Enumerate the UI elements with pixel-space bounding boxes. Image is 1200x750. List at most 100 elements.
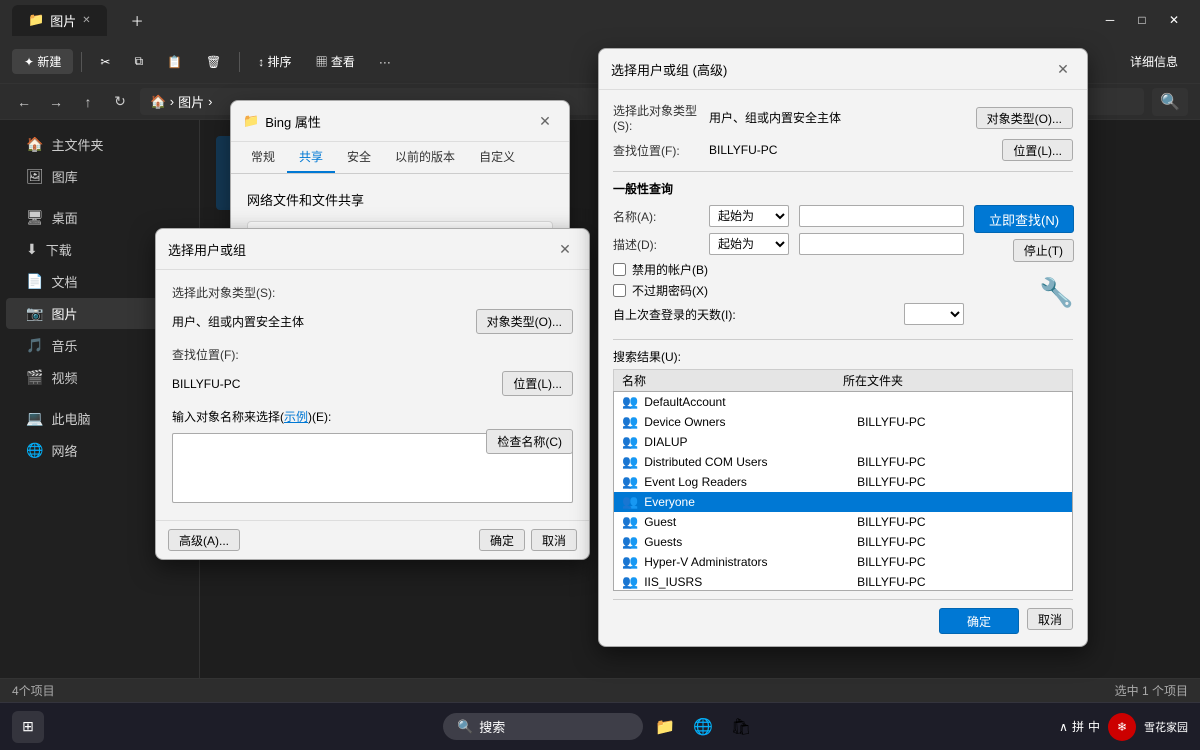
results-list[interactable]: 👥DefaultAccount👥Device OwnersBILLYFU-PC👥…: [613, 391, 1073, 591]
adv-location-label: 查找位置(F):: [613, 142, 703, 159]
advanced-dialog: 选择用户或组 (高级) ✕ 选择此对象类型(S): 用户、组或内置安全主体 对象…: [598, 48, 1088, 647]
find-now-btn[interactable]: 立即查找(N): [974, 205, 1074, 233]
bing-props-title: 📁 Bing 属性: [243, 112, 321, 131]
tab-security[interactable]: 安全: [335, 142, 383, 173]
tab-previous[interactable]: 以前的版本: [383, 142, 467, 173]
adv-object-type-row: 选择此对象类型(S): 用户、组或内置安全主体 对象类型(O)...: [613, 102, 1073, 133]
tab-label: 图片: [50, 11, 76, 30]
col-name-header[interactable]: 名称: [622, 372, 843, 389]
user-icon: 👥: [622, 414, 638, 430]
result-row[interactable]: 👥IIS_IUSRSBILLYFU-PC: [614, 572, 1072, 591]
time-label[interactable]: 中: [1088, 718, 1100, 735]
minimize-btn[interactable]: ─: [1096, 6, 1124, 34]
tab-close-btn[interactable]: ✕: [82, 15, 90, 26]
select-user-small-titlebar: 选择用户或组 ✕: [156, 229, 589, 270]
select-user-ok-btn[interactable]: 确定: [479, 529, 525, 551]
start-button[interactable]: ⊞: [12, 711, 44, 743]
result-row[interactable]: 👥DIALUP: [614, 432, 1072, 452]
result-row[interactable]: 👥Hyper-V AdministratorsBILLYFU-PC: [614, 552, 1072, 572]
address-search-btn[interactable]: 🔍: [1152, 88, 1188, 116]
disabled-label: 禁用的帐户(B): [632, 261, 708, 278]
days-select[interactable]: [904, 303, 964, 325]
select-user-small-close-btn[interactable]: ✕: [553, 237, 577, 261]
taskbar-search[interactable]: 🔍 搜索: [443, 713, 643, 740]
result-location: BILLYFU-PC: [857, 555, 1064, 569]
location-value: BILLYFU-PC: [172, 377, 496, 391]
explorer-tab[interactable]: 📁 图片 ✕: [12, 5, 107, 36]
forward-btn[interactable]: →: [44, 90, 68, 114]
user-icon: 👥: [622, 454, 638, 470]
user-icon: 👥: [622, 434, 638, 450]
adv-object-type-btn[interactable]: 对象类型(O)...: [976, 107, 1073, 129]
select-user-cancel-btn[interactable]: 取消: [531, 529, 577, 551]
result-row[interactable]: 👥Event Log ReadersBILLYFU-PC: [614, 472, 1072, 492]
taskbar-explorer[interactable]: 📁: [649, 711, 681, 743]
col-location-header[interactable]: 所在文件夹: [843, 372, 1064, 389]
taskbar-center: 🔍 搜索 📁 🌐 🛍: [443, 711, 757, 743]
advanced-dialog-close-btn[interactable]: ✕: [1051, 57, 1075, 81]
taskbar-store[interactable]: 🛍: [725, 711, 757, 743]
advanced-footer: 确定 取消: [613, 608, 1073, 634]
adv-cancel-btn[interactable]: 取消: [1027, 608, 1073, 630]
tab-share[interactable]: 共享: [287, 142, 335, 173]
bing-props-close-btn[interactable]: ✕: [533, 109, 557, 133]
back-btn[interactable]: ←: [12, 90, 36, 114]
more-button[interactable]: ···: [369, 51, 401, 73]
result-row[interactable]: 👥Everyone: [614, 492, 1072, 512]
name-condition-select[interactable]: 起始为: [709, 205, 789, 227]
results-label: 搜索结果(U):: [613, 348, 1073, 365]
result-row[interactable]: 👥GuestBILLYFU-PC: [614, 512, 1072, 532]
adv-location-row: 查找位置(F): BILLYFU-PC 位置(L)...: [613, 139, 1073, 161]
desc-query-input[interactable]: [799, 233, 964, 255]
desc-condition-select[interactable]: 起始为: [709, 233, 789, 255]
result-name: Device Owners: [644, 415, 851, 429]
result-row[interactable]: 👥Distributed COM UsersBILLYFU-PC: [614, 452, 1072, 472]
sort-button[interactable]: ↕ 排序: [248, 49, 301, 74]
details-button[interactable]: 详细信息: [1120, 49, 1188, 74]
result-row[interactable]: 👥 Device Owners BILLYFU-PC: [614, 412, 1072, 432]
tab-custom[interactable]: 自定义: [467, 142, 527, 173]
share-title: 网络文件和文件共享: [247, 190, 553, 209]
adv-location-btn[interactable]: 位置(L)...: [1002, 139, 1073, 161]
no-expire-checkbox[interactable]: [613, 284, 626, 297]
paste-button[interactable]: 📋: [157, 51, 192, 73]
user-icon: 👥: [622, 474, 638, 490]
result-location: BILLYFU-PC: [857, 415, 1064, 429]
delete-button[interactable]: 🗑: [196, 51, 231, 73]
sidebar-item-home[interactable]: 🏠 主文件夹: [6, 129, 193, 160]
refresh-btn[interactable]: ↻: [108, 90, 132, 114]
location-btn[interactable]: 位置(L)...: [502, 371, 573, 396]
new-tab-btn[interactable]: ＋: [115, 5, 160, 36]
disabled-checkbox[interactable]: [613, 263, 626, 276]
maximize-btn[interactable]: □: [1128, 6, 1156, 34]
result-row[interactable]: 👥DefaultAccount: [614, 392, 1072, 412]
object-type-btn[interactable]: 对象类型(O)...: [476, 309, 573, 334]
days-row: 自上次查登录的天数(I):: [613, 303, 964, 325]
example-link[interactable]: 示例: [284, 410, 308, 424]
up-btn[interactable]: ↑: [76, 90, 100, 114]
stop-btn[interactable]: 停止(T): [1013, 239, 1074, 262]
view-button[interactable]: ▦ 查看: [306, 49, 365, 74]
tab-general[interactable]: 常规: [239, 142, 287, 173]
adv-ok-btn[interactable]: 确定: [939, 608, 1019, 634]
sidebar-item-gallery[interactable]: 🖼 图库: [6, 161, 193, 192]
name-query-input[interactable]: [799, 205, 964, 227]
taskbar-edge[interactable]: 🌐: [687, 711, 719, 743]
check-name-btn[interactable]: 检查名称(C): [486, 429, 573, 454]
music-icon: 🎵: [26, 337, 43, 354]
divider-1: [613, 171, 1073, 172]
close-btn[interactable]: ✕: [1160, 6, 1188, 34]
sidebar-home-label: 主文件夹: [51, 135, 103, 154]
result-location: BILLYFU-PC: [857, 575, 1064, 589]
cut-button[interactable]: ✂: [90, 51, 120, 73]
tray-arrow[interactable]: ∧: [1059, 720, 1068, 734]
result-row[interactable]: 👥GuestsBILLYFU-PC: [614, 532, 1072, 552]
user-icon: 👥: [622, 534, 638, 550]
advanced-btn[interactable]: 高级(A)...: [168, 529, 240, 551]
copy-button[interactable]: ⧉: [124, 50, 153, 73]
desktop-icon: 🖥: [26, 209, 44, 226]
select-user-small-footer: 高级(A)... 确定 取消: [156, 520, 589, 559]
new-button[interactable]: ✦ 新建: [12, 49, 73, 74]
ime-label[interactable]: 拼: [1072, 718, 1084, 735]
user-icon: 👥: [622, 514, 638, 530]
